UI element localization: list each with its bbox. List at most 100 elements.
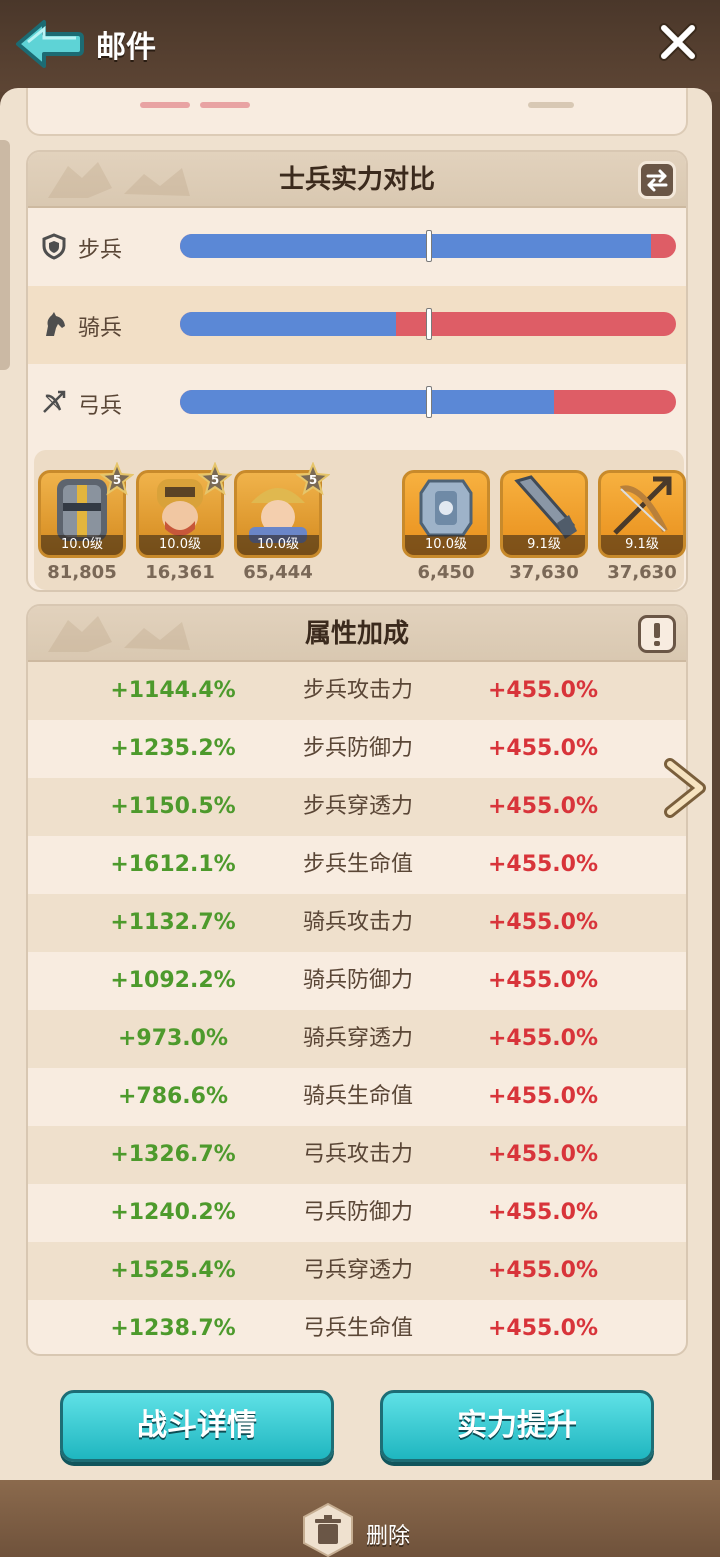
- units-area: 10.0级 5 81,805 10.0级 5 16,361 10.0级 5 65…: [34, 450, 686, 590]
- attribute-name: 弓兵穿透力: [302, 1258, 413, 1283]
- enemy-bonus-value: +455.0%: [487, 736, 599, 761]
- back-arrow-icon[interactable]: [14, 16, 84, 72]
- attribute-name: 步兵穿透力: [302, 794, 413, 819]
- star-count: 5: [211, 473, 219, 487]
- attribute-name: 步兵攻击力: [302, 678, 413, 703]
- star-badge-icon: 5: [198, 462, 232, 496]
- comparison-row-cavalry: 骑兵: [28, 286, 686, 364]
- enemy-bonus-value: +455.0%: [487, 910, 599, 935]
- next-page-arrow-icon[interactable]: [662, 758, 706, 818]
- enemy-bonus-value: +455.0%: [487, 1026, 599, 1051]
- soldier-comparison-panel: 士兵实力对比 步兵 骑兵 弓兵 10.0级 5 81,805 10.0级 5 1…: [26, 150, 688, 592]
- comparison-row-infantry: 步兵: [28, 208, 686, 286]
- attribute-row: +1150.5% 步兵穿透力 +455.0%: [28, 778, 686, 836]
- panel-title: 士兵实力对比: [278, 165, 435, 195]
- my-bonus-value: +1326.7%: [110, 1142, 236, 1167]
- star-count: 5: [113, 473, 121, 487]
- attribute-row: +1525.4% 弓兵穿透力 +455.0%: [28, 1242, 686, 1300]
- enemy-bonus-value: +455.0%: [487, 1084, 599, 1109]
- attribute-name: 弓兵攻击力: [302, 1142, 413, 1167]
- center-marker: [426, 308, 432, 340]
- trash-icon[interactable]: [300, 1502, 356, 1557]
- troop-label: 步兵: [78, 238, 123, 263]
- attribute-name: 步兵生命值: [302, 852, 413, 877]
- my-bonus-value: +1092.2%: [110, 968, 236, 993]
- my-bonus-value: +1612.1%: [110, 852, 236, 877]
- info-icon[interactable]: [638, 615, 676, 653]
- enemy-bonus-value: +455.0%: [487, 1142, 599, 1167]
- power-up-button[interactable]: 实力提升: [380, 1390, 654, 1462]
- my-strength-fill: [180, 390, 555, 414]
- battle-details-button[interactable]: 战斗详情: [60, 1390, 334, 1462]
- level-label: 10.0级: [139, 535, 221, 555]
- unit-value: 81,805: [47, 562, 117, 583]
- panel-header: 属性加成: [28, 606, 686, 662]
- shield-icon: [40, 232, 68, 260]
- side-tab[interactable]: [0, 140, 10, 370]
- attribute-name: 骑兵穿透力: [302, 1026, 413, 1051]
- center-marker: [426, 386, 432, 418]
- center-marker: [426, 230, 432, 262]
- swap-icon[interactable]: [638, 161, 676, 199]
- my-strength-fill: [180, 312, 396, 336]
- panel-header: 士兵实力对比: [28, 152, 686, 208]
- enemy-bonus-value: +455.0%: [487, 1316, 599, 1341]
- enemy-bonus-value: +455.0%: [487, 1200, 599, 1225]
- unit-value: 6,450: [417, 562, 475, 583]
- my-bonus-value: +1150.5%: [110, 794, 236, 819]
- attribute-row: +786.6% 骑兵生命值 +455.0%: [28, 1068, 686, 1126]
- attribute-row: +1235.2% 步兵防御力 +455.0%: [28, 720, 686, 778]
- spear-item-icon: 9.1级: [500, 470, 588, 558]
- attribute-name: 骑兵生命值: [302, 1084, 413, 1109]
- attribute-row: +1132.7% 骑兵攻击力 +455.0%: [28, 894, 686, 952]
- my-bonus-value: +1144.4%: [110, 678, 236, 703]
- attribute-row: +1238.7% 弓兵生命值 +455.0%: [28, 1300, 686, 1354]
- star-count: 5: [309, 473, 317, 487]
- my-bonus-value: +786.6%: [117, 1084, 229, 1109]
- level-label: 10.0级: [405, 535, 487, 555]
- my-bonus-value: +1235.2%: [110, 736, 236, 761]
- troop-label: 弓兵: [78, 394, 123, 419]
- delete-label: 删除: [366, 1524, 411, 1549]
- level-label: 10.0级: [41, 535, 123, 555]
- enemy-bonus-value: +455.0%: [487, 794, 599, 819]
- attribute-row: +973.0% 骑兵穿透力 +455.0%: [28, 1010, 686, 1068]
- attribute-row: +1326.7% 弓兵攻击力 +455.0%: [28, 1126, 686, 1184]
- enemy-bonus-value: +455.0%: [487, 678, 599, 703]
- attribute-row: +1092.2% 骑兵防御力 +455.0%: [28, 952, 686, 1010]
- bottom-bar: 删除: [0, 1480, 720, 1557]
- page-title: 邮件: [96, 30, 156, 65]
- level-label: 10.0级: [237, 535, 319, 555]
- shield-item-icon: 10.0级: [402, 470, 490, 558]
- my-bonus-value: +1238.7%: [110, 1316, 236, 1341]
- my-bonus-value: +1525.4%: [110, 1258, 236, 1283]
- star-badge-icon: 5: [100, 462, 134, 496]
- close-icon[interactable]: [658, 22, 698, 62]
- my-bonus-value: +1132.7%: [110, 910, 236, 935]
- enemy-bonus-value: +455.0%: [487, 852, 599, 877]
- attribute-name: 骑兵攻击力: [302, 910, 413, 935]
- panel-title: 属性加成: [304, 619, 409, 649]
- crossbow-icon: [40, 388, 68, 416]
- my-bonus-value: +973.0%: [117, 1026, 229, 1051]
- unit-value: 37,630: [509, 562, 579, 583]
- horse-icon: [40, 310, 68, 338]
- attribute-row: +1612.1% 步兵生命值 +455.0%: [28, 836, 686, 894]
- star-badge-icon: 5: [296, 462, 330, 496]
- attribute-row: +1144.4% 步兵攻击力 +455.0%: [28, 662, 686, 720]
- enemy-bonus-value: +455.0%: [487, 1258, 599, 1283]
- enemy-bonus-value: +455.0%: [487, 968, 599, 993]
- my-strength-fill: [180, 234, 652, 258]
- attribute-name: 弓兵生命值: [302, 1316, 413, 1341]
- level-label: 9.1级: [503, 535, 585, 555]
- attribute-row: +1240.2% 弓兵防御力 +455.0%: [28, 1184, 686, 1242]
- unit-value: 16,361: [145, 562, 215, 583]
- crossbow-item-icon: 9.1级: [598, 470, 686, 558]
- attribute-name: 骑兵防御力: [302, 968, 413, 993]
- my-bonus-value: +1240.2%: [110, 1200, 236, 1225]
- attribute-name: 步兵防御力: [302, 736, 413, 761]
- unit-value: 37,630: [607, 562, 677, 583]
- unit-value: 65,444: [243, 562, 313, 583]
- troop-label: 骑兵: [78, 316, 123, 341]
- attribute-bonus-panel: 属性加成 +1144.4% 步兵攻击力 +455.0% +1235.2% 步兵防御力 +4…: [26, 604, 688, 1356]
